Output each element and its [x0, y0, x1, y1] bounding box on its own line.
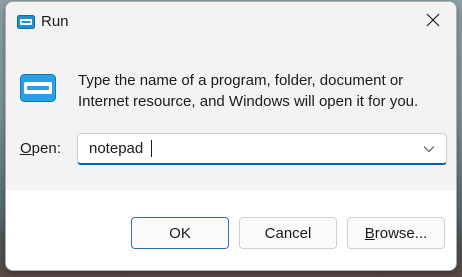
open-combobox[interactable]: [77, 133, 447, 165]
button-bar: OK Cancel Browse...: [6, 190, 456, 270]
open-input[interactable]: [78, 134, 414, 163]
browse-button[interactable]: Browse...: [347, 217, 445, 249]
close-button[interactable]: [416, 6, 450, 38]
cancel-button[interactable]: Cancel: [239, 217, 337, 249]
window-title: Run: [41, 13, 69, 30]
description-line-1: Type the name of a program, folder, docu…: [78, 72, 404, 89]
open-label: Open:: [20, 140, 61, 157]
open-label-mnemonic: O: [20, 140, 32, 157]
browse-label-rest: rowse...: [374, 224, 428, 242]
text-caret: [151, 140, 152, 157]
dropdown-button[interactable]: [416, 137, 442, 161]
ok-button[interactable]: OK: [131, 217, 229, 249]
open-label-rest: pen:: [31, 140, 61, 157]
chevron-down-icon: [423, 140, 435, 158]
browse-mnemonic: B: [364, 224, 375, 242]
run-program-icon: [20, 74, 56, 102]
close-icon: [426, 13, 440, 32]
dialog-body: Type the name of a program, folder, docu…: [6, 42, 456, 190]
description-text: Type the name of a program, folder, docu…: [78, 70, 438, 112]
title-bar: Run: [6, 2, 456, 42]
run-dialog: Run Type the name of a program, folder, …: [5, 1, 457, 271]
description-line-2: Internet resource, and Windows will open…: [78, 93, 419, 110]
run-icon: [17, 15, 35, 29]
